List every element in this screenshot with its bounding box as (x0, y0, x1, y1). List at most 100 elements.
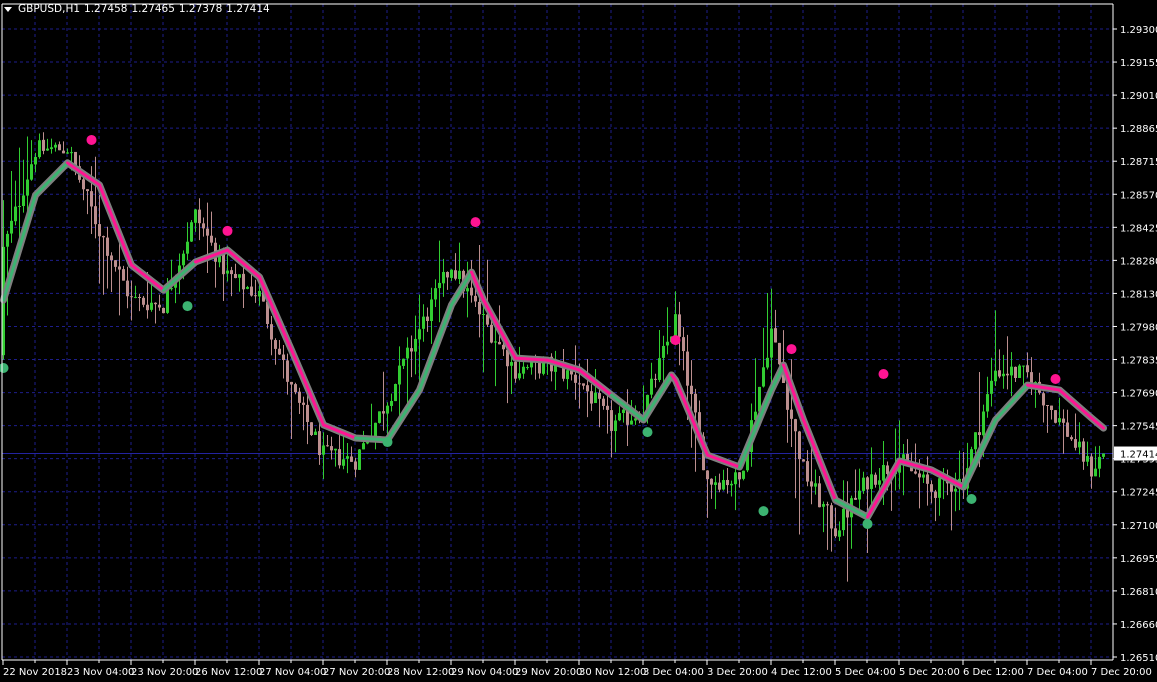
candle-body (182, 253, 185, 266)
candle-body (766, 357, 769, 368)
candle-body (358, 449, 361, 470)
candle-body (814, 483, 817, 487)
candle-body (254, 295, 257, 297)
candle-body (826, 504, 829, 506)
candle-body (830, 505, 833, 529)
candle-body (310, 422, 313, 436)
candle-body (394, 384, 397, 402)
signal-dot-buy (758, 506, 769, 517)
candle-body (406, 347, 409, 359)
candle-body (282, 354, 285, 361)
candle-body (466, 288, 469, 292)
candle-body (514, 361, 517, 379)
signal-dot-sell (786, 344, 797, 355)
x-axis-label: 29 Nov 20:00 (515, 667, 582, 678)
candle-body (1070, 437, 1073, 440)
candle-body (446, 271, 449, 278)
candle-body (878, 480, 881, 485)
candle-body (398, 365, 401, 385)
candle-body (666, 341, 669, 346)
y-axis-label: 1.27100 (1120, 521, 1157, 532)
candle-body (1102, 453, 1105, 457)
candle-body (66, 152, 69, 154)
candle-body (582, 383, 585, 386)
signal-dot-buy (182, 301, 193, 312)
candle-body (246, 287, 249, 289)
candle-body (54, 144, 57, 148)
candle-body (938, 478, 941, 498)
candle-body (290, 381, 293, 385)
candle-body (510, 362, 513, 366)
candle-body (238, 274, 241, 278)
candle-body (722, 480, 725, 490)
candle-body (1074, 439, 1077, 448)
candle-body (38, 140, 41, 158)
candle-body (682, 337, 685, 352)
candle-body (422, 316, 425, 329)
candle-body (610, 410, 613, 431)
candle-body (974, 432, 977, 450)
candle-body (250, 286, 253, 296)
candle-body (1066, 422, 1069, 437)
candle-body (706, 470, 709, 480)
candle-body (1058, 418, 1061, 423)
candle-body (502, 344, 505, 350)
y-axis-label: 1.26955 (1120, 554, 1157, 565)
candle-body (730, 483, 733, 486)
candle-body (410, 348, 413, 352)
chart-header: GBPUSD,H1 1.27458 1.27465 1.27378 1.2741… (4, 3, 270, 15)
candle-body (186, 241, 189, 254)
candle-body (274, 340, 277, 349)
x-axis-label: 4 Dec 12:00 (771, 667, 832, 678)
signal-dot-sell (670, 335, 681, 346)
candle-body (354, 461, 357, 470)
candle-body (654, 378, 657, 380)
candle-body (1006, 373, 1009, 376)
candle-body (330, 446, 333, 451)
candle-body (886, 465, 889, 474)
price-chart[interactable]: 1.29300 1.29155 1.29010 1.28865 1.28715 1.285… (0, 0, 1157, 682)
signal-dot-buy (642, 427, 653, 438)
candle-body (598, 393, 601, 399)
candle-body (986, 394, 989, 412)
candle-body (242, 273, 245, 290)
signal-dot-buy (862, 518, 873, 529)
candle-body (1014, 366, 1017, 378)
candle-body (602, 398, 605, 406)
candle-body (630, 420, 633, 425)
signal-dot-sell (222, 225, 233, 236)
candle-body (762, 367, 765, 387)
candle-body (386, 405, 389, 414)
candle-body (374, 422, 377, 438)
trend-line-segment-up (354, 436, 389, 442)
candle-body (678, 314, 681, 337)
candle-body (70, 152, 73, 154)
candle-body (114, 260, 117, 267)
candle-body (294, 384, 297, 393)
x-axis-label: 23 Nov 20:00 (131, 667, 198, 678)
candle-body (922, 474, 925, 478)
candle-body (802, 459, 805, 462)
candle-body (306, 404, 309, 422)
candle-body (806, 461, 809, 482)
chart-menu-triangle-icon[interactable] (4, 6, 12, 12)
y-axis-label: 1.27545 (1120, 422, 1157, 433)
y-axis-label: 1.27690 (1120, 389, 1157, 400)
candle-body (226, 270, 229, 274)
candle-body (494, 341, 497, 343)
candle-body (990, 380, 993, 394)
candle-body (30, 164, 33, 180)
candle-body (1002, 373, 1005, 377)
candle-body (1042, 393, 1045, 406)
candle-body (390, 400, 393, 406)
candle-body (278, 348, 281, 355)
candle-body (86, 189, 89, 192)
y-axis-label: 1.28280 (1120, 256, 1157, 267)
x-axis-label: 27 Nov 20:00 (323, 667, 390, 678)
candle-body (334, 448, 337, 451)
candle-body (150, 302, 153, 310)
candle-body (734, 472, 737, 485)
candle-body (794, 419, 797, 432)
candle-body (98, 224, 101, 237)
candle-body (122, 269, 125, 281)
